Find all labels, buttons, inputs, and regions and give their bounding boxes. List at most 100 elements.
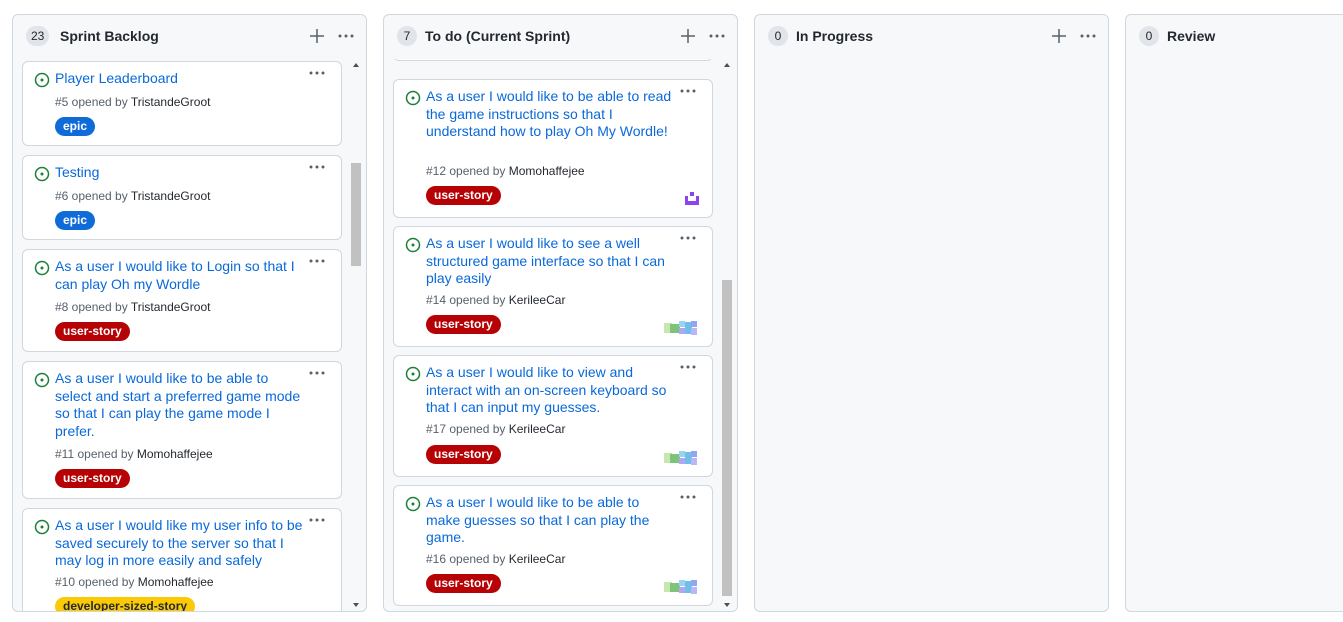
issue-label[interactable]: user-story [426, 574, 501, 593]
issue-label[interactable]: user-story [426, 186, 501, 205]
issue-card[interactable]: Player Leaderboard #5 opened by Tristand… [22, 61, 342, 146]
issue-meta: #11 opened by Momohaffejee [55, 447, 213, 461]
issue-label[interactable]: user-story [426, 315, 501, 334]
card-menu-icon[interactable] [307, 66, 327, 80]
issue-opened-icon [34, 260, 50, 276]
issue-author[interactable]: Momohaffejee [138, 575, 214, 589]
issue-card[interactable]: As a user I would like to view and inter… [393, 355, 713, 477]
issue-author[interactable]: Momohaffejee [137, 447, 213, 461]
issue-card[interactable]: Testing #6 opened by TristandeGroot epic [22, 155, 342, 240]
column-title: Sprint Backlog [60, 28, 159, 44]
issue-meta: #12 opened by Momohaffejee [426, 164, 585, 178]
issue-label[interactable]: user-story [55, 469, 130, 488]
issue-opened-icon [34, 166, 50, 182]
issue-card[interactable]: As a user I would like to see a well str… [393, 226, 713, 347]
issue-author[interactable]: TristandeGroot [131, 189, 211, 203]
issue-author[interactable]: KerileeCar [509, 293, 566, 307]
issue-meta: #6 opened by TristandeGroot [55, 189, 210, 203]
issue-number: #5 opened by [55, 95, 131, 109]
issue-meta: #10 opened by Momohaffejee [55, 575, 214, 589]
issue-title-link[interactable]: As a user I would like to be able to mak… [426, 494, 676, 547]
issue-number: #17 opened by [426, 422, 509, 436]
avatar[interactable] [682, 190, 702, 208]
column-scrollbar[interactable] [719, 59, 735, 611]
column-sprint-backlog: 23 Sprint Backlog Player Leaderboard #5 … [12, 14, 367, 612]
issue-opened-icon [34, 372, 50, 388]
issue-author[interactable]: KerileeCar [509, 422, 566, 436]
issue-card[interactable]: As a user I would like to be able to sel… [22, 361, 342, 499]
scrollbar-thumb[interactable] [722, 280, 732, 596]
column-count: 23 [26, 26, 50, 46]
plus-icon[interactable] [1049, 26, 1069, 46]
scroll-up-arrow-icon[interactable] [719, 59, 735, 71]
issue-opened-icon [405, 496, 421, 512]
card-list: Player Leaderboard #5 opened by Tristand… [13, 59, 366, 611]
card-menu-icon[interactable] [678, 231, 698, 245]
card-menu-icon[interactable] [678, 84, 698, 98]
issue-title-link[interactable]: As a user I would like to be able to sel… [55, 370, 305, 440]
card-menu-icon[interactable] [307, 254, 327, 268]
card-menu-icon[interactable] [678, 490, 698, 504]
issue-author[interactable]: TristandeGroot [131, 300, 211, 314]
issue-card[interactable]: As a user I would like my user info to b… [22, 508, 342, 611]
card-menu-icon[interactable] [307, 160, 327, 174]
avatar[interactable] [664, 578, 702, 596]
issue-meta: #8 opened by TristandeGroot [55, 300, 210, 314]
issue-opened-icon [405, 366, 421, 382]
column-title: Review [1167, 28, 1216, 44]
issue-number: #11 opened by [55, 447, 137, 461]
issue-title-link[interactable]: As a user I would like to view and inter… [426, 364, 676, 417]
kebab-horizontal-icon[interactable] [707, 26, 727, 46]
issue-author[interactable]: KerileeCar [509, 552, 566, 566]
issue-opened-icon [34, 72, 50, 88]
issue-meta: #5 opened by TristandeGroot [55, 95, 210, 109]
issue-meta: #17 opened by KerileeCar [426, 422, 565, 436]
avatar[interactable] [664, 449, 702, 467]
issue-title-link[interactable]: As a user I would like to be able to rea… [426, 88, 676, 141]
plus-icon[interactable] [307, 26, 327, 46]
issue-number: #12 opened by [426, 164, 509, 178]
scroll-down-arrow-icon[interactable] [348, 599, 364, 611]
issue-card[interactable]: As a user I would like to be able to rea… [393, 79, 713, 218]
issue-title-link[interactable]: Testing [55, 164, 305, 182]
issue-card[interactable]: As a user I would like to Login so that … [22, 249, 342, 352]
issue-number: #14 opened by [426, 293, 509, 307]
column-review: 0 Review [1125, 14, 1343, 612]
issue-author[interactable]: TristandeGroot [131, 95, 211, 109]
card-menu-icon[interactable] [307, 366, 327, 380]
issue-author[interactable]: Momohaffejee [509, 164, 585, 178]
kebab-horizontal-icon[interactable] [1078, 26, 1098, 46]
scroll-down-arrow-icon[interactable] [719, 599, 735, 611]
column-header: 0 In Progress [755, 15, 1108, 59]
issue-opened-icon [405, 237, 421, 253]
issue-card[interactable]: As a user I would like to be able to mak… [393, 485, 713, 606]
issue-title-link[interactable]: Player Leaderboard [55, 70, 305, 88]
column-count: 0 [768, 26, 788, 46]
column-todo-current-sprint: 7 To do (Current Sprint) As a user I wou… [383, 14, 738, 612]
issue-label[interactable]: developer-sized-story [55, 597, 196, 611]
issue-title-link[interactable]: As a user I would like my user info to b… [55, 517, 305, 570]
card-menu-icon[interactable] [307, 513, 327, 527]
issue-number: #8 opened by [55, 300, 131, 314]
issue-title-link[interactable]: As a user I would like to see a well str… [426, 235, 676, 288]
scrollbar-thumb[interactable] [351, 163, 361, 266]
issue-opened-icon [405, 90, 421, 106]
card-list: As a user I would like to be able to rea… [384, 59, 737, 611]
issue-label[interactable]: user-story [426, 445, 501, 464]
card-menu-icon[interactable] [678, 360, 698, 374]
scroll-up-arrow-icon[interactable] [348, 59, 364, 71]
issue-title-link[interactable]: As a user I would like to Login so that … [55, 258, 305, 293]
column-scrollbar[interactable] [348, 59, 364, 611]
plus-icon[interactable] [678, 26, 698, 46]
column-header: 23 Sprint Backlog [13, 15, 366, 59]
avatar[interactable] [664, 319, 702, 337]
issue-label[interactable]: epic [55, 117, 96, 136]
issue-number: #16 opened by [426, 552, 509, 566]
issue-label[interactable]: epic [55, 211, 96, 230]
issue-meta: #16 opened by KerileeCar [426, 552, 565, 566]
column-header: 0 Review [1126, 15, 1343, 59]
issue-card-partial[interactable] [393, 59, 713, 61]
issue-number: #10 opened by [55, 575, 138, 589]
issue-label[interactable]: user-story [55, 322, 130, 341]
kebab-horizontal-icon[interactable] [336, 26, 356, 46]
